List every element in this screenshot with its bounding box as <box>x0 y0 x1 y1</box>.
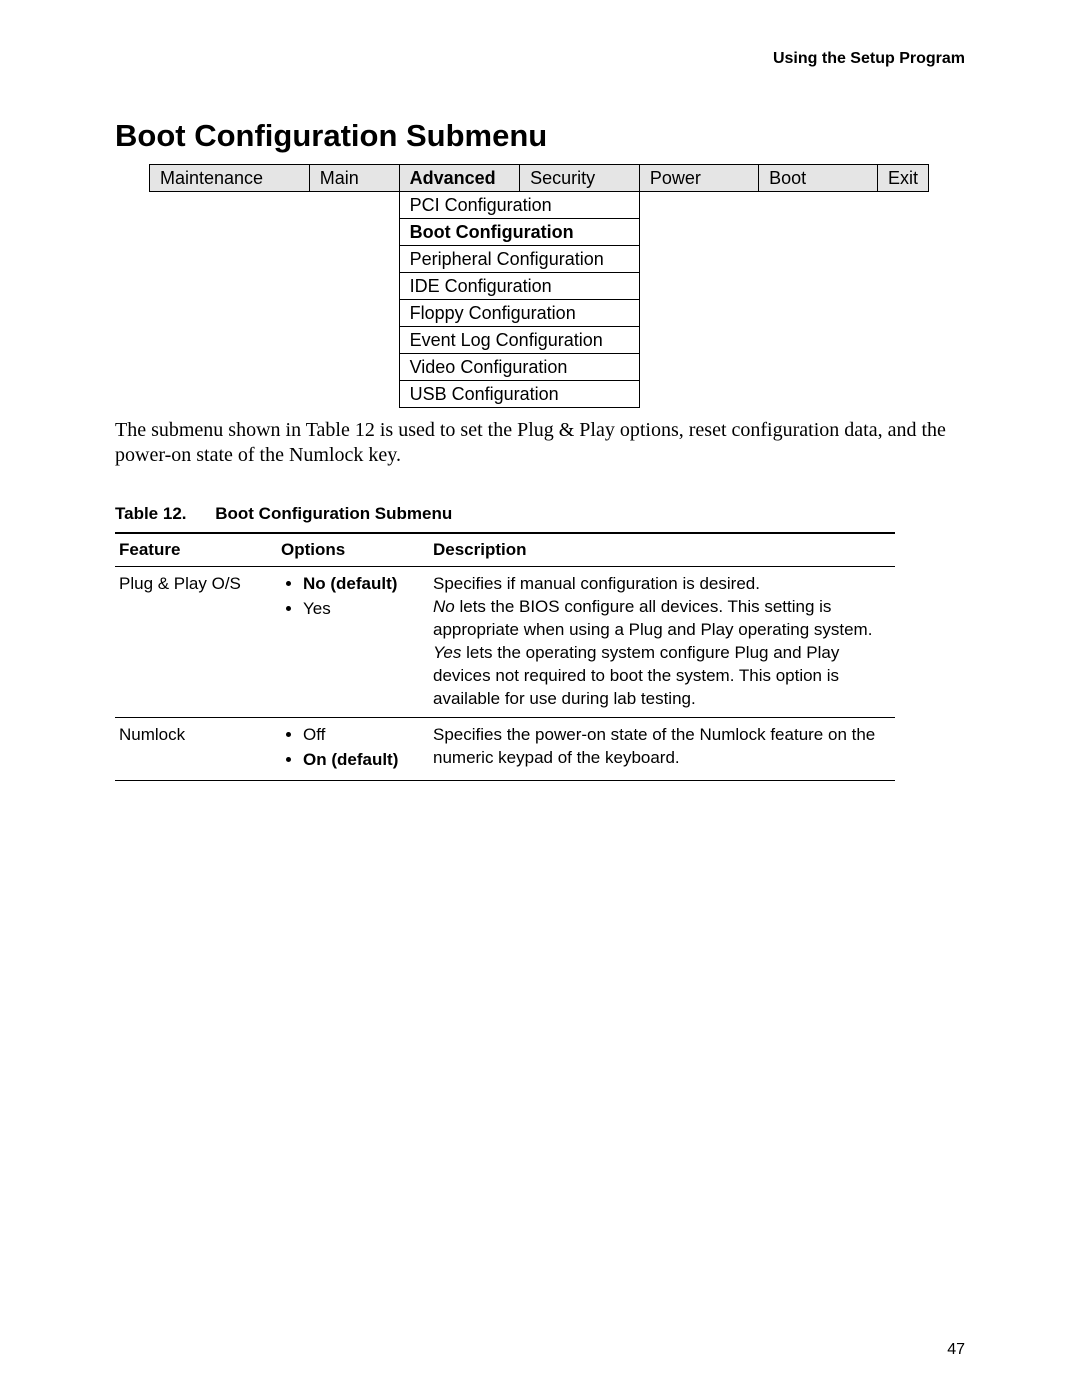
tab-security: Security <box>520 165 640 192</box>
desc-line: lets the BIOS configure all devices. Thi… <box>433 597 872 639</box>
desc-line: Specifies the power-on state of the Numl… <box>433 725 875 767</box>
desc-emph: Yes <box>433 643 461 662</box>
option-item: On (default) <box>303 749 421 772</box>
tab-advanced: Advanced <box>399 165 520 192</box>
intro-paragraph: The submenu shown in Table 12 is used to… <box>115 418 965 468</box>
submenu-item-active: Boot Configuration <box>399 219 639 246</box>
desc-line: lets the operating system configure Plug… <box>433 643 839 708</box>
desc-line: Specifies if manual configuration is des… <box>433 574 760 593</box>
running-head: Using the Setup Program <box>773 50 965 68</box>
table-header-row: Feature Options Description <box>115 533 895 567</box>
tab-exit: Exit <box>877 165 928 192</box>
page-number: 47 <box>947 1341 965 1359</box>
table-row: Numlock Off On (default) Specifies the p… <box>115 717 895 780</box>
table-name: Boot Configuration Submenu <box>215 504 452 524</box>
submenu-item: Floppy Configuration <box>399 300 639 327</box>
tab-power: Power <box>639 165 758 192</box>
table-number: Table 12. <box>115 504 187 524</box>
boot-config-table: Feature Options Description Plug & Play … <box>115 532 895 781</box>
option-item: Yes <box>303 598 421 621</box>
table-row: Plug & Play O/S No (default) Yes Specifi… <box>115 567 895 718</box>
description-cell: Specifies the power-on state of the Numl… <box>429 717 895 780</box>
feature-cell: Numlock <box>115 717 277 780</box>
description-cell: Specifies if manual configuration is des… <box>429 567 895 718</box>
tab-boot: Boot <box>759 165 878 192</box>
option-item: No (default) <box>303 573 421 596</box>
bios-nav-tabs-row: Maintenance Main Advanced Security Power… <box>150 165 929 192</box>
options-cell: Off On (default) <box>277 717 429 780</box>
col-description: Description <box>429 533 895 567</box>
tab-main: Main <box>309 165 399 192</box>
table-caption: Table 12. Boot Configuration Submenu <box>115 504 965 524</box>
col-feature: Feature <box>115 533 277 567</box>
desc-emph: No <box>433 597 455 616</box>
submenu-item: Video Configuration <box>399 354 639 381</box>
submenu-item: Peripheral Configuration <box>399 246 639 273</box>
submenu-item: Event Log Configuration <box>399 327 639 354</box>
submenu-item: IDE Configuration <box>399 273 639 300</box>
option-item: Off <box>303 724 421 747</box>
tab-maintenance: Maintenance <box>150 165 310 192</box>
submenu-item: USB Configuration <box>399 381 639 408</box>
page: Using the Setup Program Boot Configurati… <box>0 0 1080 1397</box>
options-cell: No (default) Yes <box>277 567 429 718</box>
col-options: Options <box>277 533 429 567</box>
submenu-item: PCI Configuration <box>399 192 639 219</box>
bios-nav-table: Maintenance Main Advanced Security Power… <box>149 164 929 408</box>
feature-cell: Plug & Play O/S <box>115 567 277 718</box>
